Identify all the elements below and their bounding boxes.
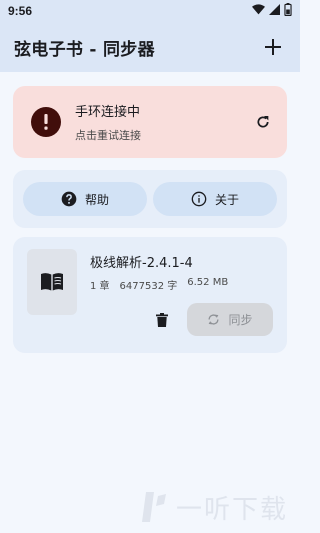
refresh-icon [257,116,269,128]
help-label: 帮助 [84,192,109,207]
info-icon [191,191,207,207]
sync-button[interactable]: 同步 [187,303,273,336]
battery-icon [284,3,292,19]
delete-icon [156,313,168,327]
status-icons [252,3,292,19]
status-bar: 9:56 [0,0,300,22]
retry-connection-button[interactable] [251,110,275,134]
connection-status-subtitle: 点击重试连接 [75,129,141,142]
actions-card: 帮助 关于 [13,170,287,228]
wifi-icon [252,4,265,18]
about-button[interactable]: 关于 [153,182,277,216]
add-icon [265,39,281,55]
add-button[interactable] [260,34,286,60]
book-meta: 1 章 6477532 字 6.52 MB [90,277,228,292]
book-chapters: 1 章 [90,281,110,292]
watermark-text: 一听下载 [176,494,289,525]
book-char-count: 6477532 字 [119,281,178,292]
watermark: 一听下载 [140,488,288,526]
book-file-size: 6.52 MB [187,277,229,288]
signal-icon [269,4,280,18]
watermark-logo [142,492,166,522]
book-cover [27,249,77,315]
delete-book-button[interactable] [151,309,173,331]
connection-status-texts: 手环连接中 点击重试连接 [75,101,251,143]
connection-status-title: 手环连接中 [75,105,141,120]
sync-label: 同步 [228,313,253,327]
help-icon [61,191,77,207]
book-title: 极线解析-2.4.1-4 [90,256,193,271]
connection-status-card[interactable]: 手环连接中 点击重试连接 [13,86,287,158]
sync-icon [209,314,219,325]
app-bar: 弦电子书 - 同步器 [0,22,300,72]
about-label: 关于 [214,192,239,207]
error-icon [31,107,61,137]
help-button[interactable]: 帮助 [23,182,147,216]
app-title: 弦电子书 - 同步器 [14,39,155,60]
status-time: 9:56 [8,4,33,18]
book-icon [41,273,63,291]
book-item-card[interactable]: 极线解析-2.4.1-4 1 章 6477532 字 6.52 MB 同步 [13,237,287,353]
